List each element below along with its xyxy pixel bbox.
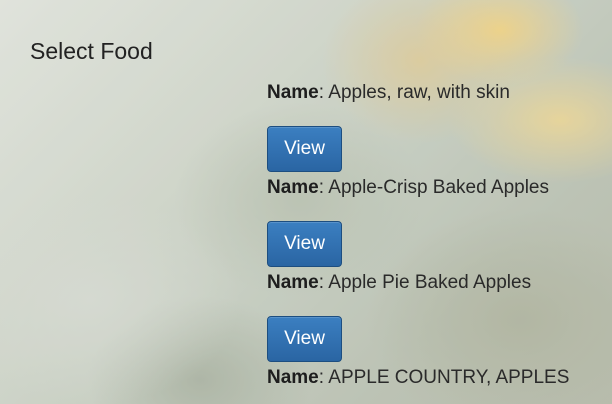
food-name-line: Name: Apple-Crisp Baked Apples (267, 175, 607, 201)
name-separator: : (318, 82, 325, 103)
name-label: Name (267, 177, 319, 198)
food-name: Apples, raw, with skin (328, 82, 510, 103)
food-name: Apple-Crisp Baked Apples (328, 177, 550, 198)
food-item: Name: Apple-Crisp Baked Apples View (267, 175, 607, 267)
name-separator: : (318, 367, 325, 388)
food-item: Name: APPLE COUNTRY, APPLES (267, 365, 607, 391)
view-button[interactable]: View (267, 316, 342, 362)
food-name-line: Name: Apples, raw, with skin (267, 80, 607, 106)
name-label: Name (267, 367, 319, 388)
food-results-list: Name: Apples, raw, with skin View Name: … (267, 80, 607, 391)
food-name: APPLE COUNTRY, APPLES (328, 367, 570, 388)
page-content: Select Food Name: Apples, raw, with skin… (0, 0, 612, 404)
food-name-line: Name: Apple Pie Baked Apples (267, 270, 607, 296)
food-name-line: Name: APPLE COUNTRY, APPLES (267, 365, 607, 391)
name-separator: : (318, 272, 325, 293)
view-button[interactable]: View (267, 221, 342, 267)
view-button[interactable]: View (267, 126, 342, 172)
food-name: Apple Pie Baked Apples (328, 272, 532, 293)
page-title: Select Food (30, 38, 153, 64)
name-separator: : (318, 177, 325, 198)
name-label: Name (267, 82, 319, 103)
name-label: Name (267, 272, 319, 293)
food-item: Name: Apple Pie Baked Apples View (267, 270, 607, 362)
food-item: Name: Apples, raw, with skin View (267, 80, 607, 172)
